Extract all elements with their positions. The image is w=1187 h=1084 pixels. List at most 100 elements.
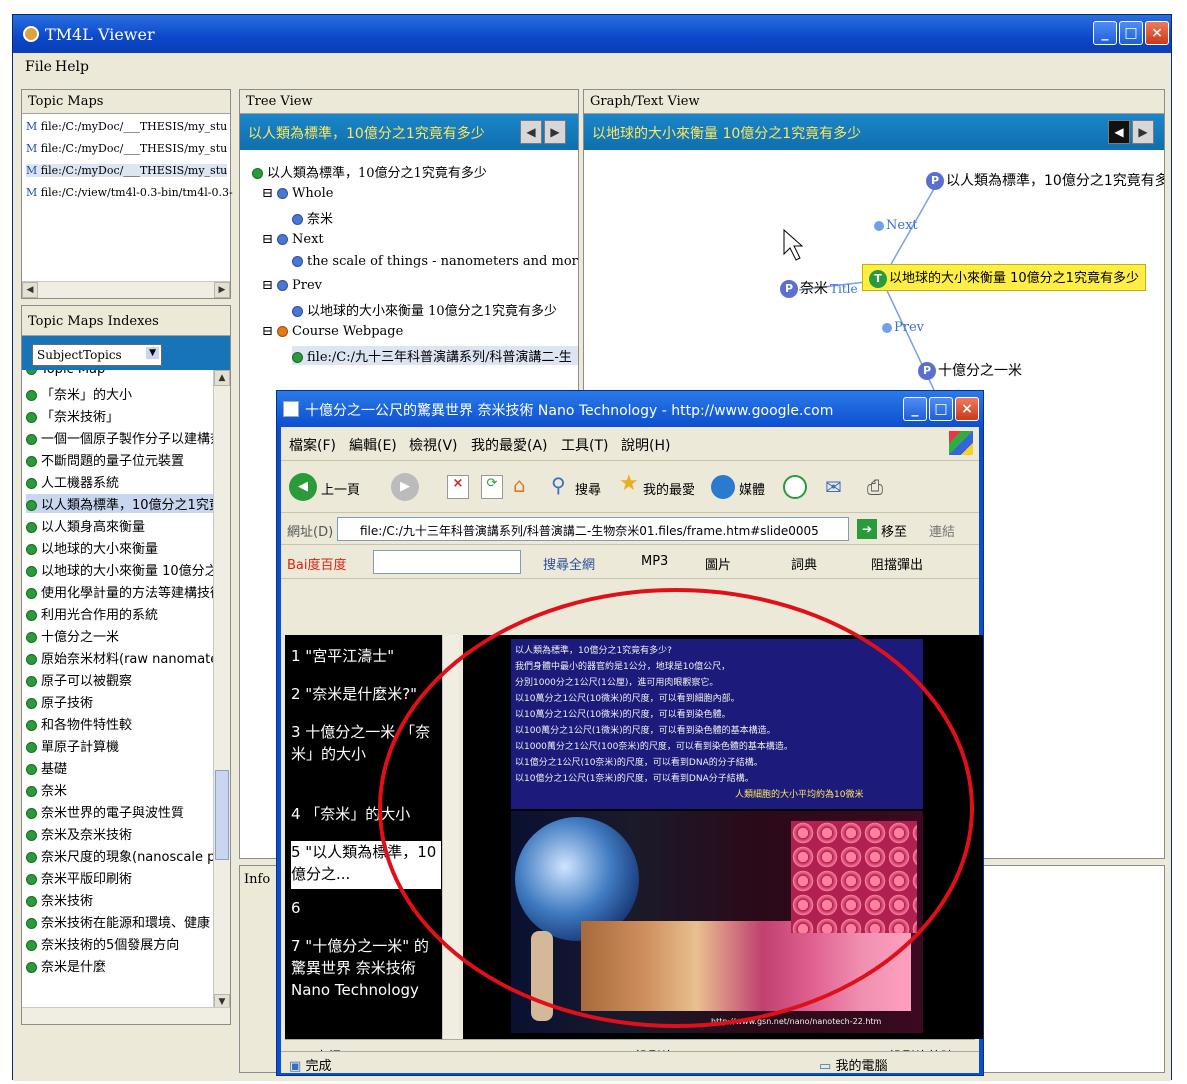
index-item[interactable]: 奈米尺度的現象(nanoscale phe [26, 846, 215, 865]
browser-menu-view[interactable]: 檢視(V) [409, 435, 458, 455]
browser-menu-file[interactable]: 檔案(F) [289, 435, 336, 455]
baidu-search-input[interactable] [373, 550, 521, 574]
go-arrow-icon[interactable]: ➔ [857, 519, 877, 539]
index-item[interactable]: 基礎 [26, 758, 215, 777]
index-item[interactable]: 單原子計算機 [26, 736, 215, 755]
slide-item-7[interactable]: 7 "十億分之一米" 的 驚異世界 奈米技術 Nano Technology [291, 935, 441, 1031]
tree-course-child[interactable]: file:/C:/九十三年科普演講系列/科普演講二-生 [292, 346, 578, 365]
index-hscroll[interactable] [22, 1007, 230, 1024]
scroll-right-icon[interactable]: ▶ [214, 282, 230, 298]
popup-block-button[interactable]: 阻擋彈出 [871, 554, 971, 573]
search-icon[interactable]: ⚲ [551, 473, 566, 497]
subject-topics-select[interactable]: SubjectTopics ▼ [32, 344, 162, 366]
favorites-star-icon[interactable]: ★ [619, 471, 639, 496]
index-item[interactable]: 奈米技術 [26, 890, 215, 909]
menu-help[interactable]: Help [55, 59, 89, 75]
index-item[interactable]: 奈米技術在能源和環境、健康 [26, 912, 215, 931]
index-item[interactable]: 奈米世界的電子與波性質 [26, 802, 215, 821]
forward-arrow-icon[interactable]: ▶ [1132, 120, 1154, 144]
go-button-label[interactable]: 移至 [881, 521, 907, 540]
scroll-left-icon[interactable]: ◀ [22, 282, 38, 298]
slide-item-1[interactable]: 1 "宮平江濤士" [291, 645, 441, 667]
index-item[interactable]: 奈米 [26, 780, 215, 799]
back-arrow-icon[interactable]: ◀ [1108, 120, 1130, 144]
address-input[interactable]: file:/C:/九十三年科普演講系列/科普演講二-生物奈米01.files/f… [337, 517, 849, 541]
back-button-label[interactable]: 上一頁 [321, 479, 360, 498]
forward-icon[interactable]: ▶ [391, 473, 419, 501]
image-button[interactable]: 圖片 [705, 554, 731, 573]
media-icon[interactable] [711, 475, 735, 499]
index-item[interactable]: 原始奈米材料(raw nanomaterial [26, 648, 215, 667]
tree-course-node[interactable]: ⊟ Course Webpage [262, 324, 403, 339]
browser-menu-tools[interactable]: 工具(T) [561, 435, 608, 455]
home-icon[interactable]: ⌂ [513, 473, 539, 499]
tree-prev-node[interactable]: ⊟ Prev [262, 278, 322, 293]
tree-prev-child[interactable]: 以地球的大小來衡量 10億分之1究竟有多少 [292, 300, 557, 319]
graph-node-top[interactable]: P 以人類為標準，10億分之1究竟有多少 [926, 170, 1164, 190]
browser-title-bar[interactable]: 十億分之一公尺的驚異世界 奈米技術 Nano Technology - http… [277, 391, 983, 427]
favorites-button-label[interactable]: 我的最愛 [643, 479, 695, 498]
tree-whole-child[interactable]: 奈米 [292, 208, 333, 227]
search-button-label[interactable]: 搜尋 [575, 479, 601, 498]
close-button[interactable]: × [1145, 21, 1169, 45]
index-item[interactable]: 一個一個原子製作分子以建構奈 [26, 428, 215, 447]
title-bar[interactable]: TM4L Viewer _ □ × [13, 15, 1171, 53]
browser-maximize-button[interactable]: □ [929, 397, 953, 421]
search-all-button[interactable]: 搜尋全網 [543, 554, 595, 573]
index-item[interactable]: 以人類身高來衡量 [26, 516, 215, 535]
index-item[interactable]: 十億分之一米 [26, 626, 215, 645]
tree-next-child[interactable]: the scale of things - nanometers and mor… [292, 254, 578, 269]
minimize-button[interactable]: _ [1093, 21, 1117, 45]
back-arrow-icon[interactable]: ◀ [520, 120, 542, 144]
browser-menu-help[interactable]: 說明(H) [621, 435, 670, 455]
index-item[interactable]: Topic Map [26, 370, 215, 377]
index-item[interactable]: 和各物件特性較 [26, 714, 215, 733]
index-item[interactable]: 奈米是什麼 [26, 956, 215, 975]
index-item[interactable]: 使用化學計量的方法等建構技術 [26, 582, 215, 601]
index-item[interactable]: 原子技術 [26, 692, 215, 711]
index-item[interactable]: 以地球的大小來衡量 10億分之 [26, 560, 215, 579]
graph-center-node[interactable]: T 以地球的大小來衡量 10億分之1究竟有多少 [862, 264, 1146, 291]
browser-minimize-button[interactable]: _ [903, 397, 927, 421]
topic-map-file-2[interactable]: M file:/C:/myDoc/___THESIS/my_stu [26, 142, 227, 155]
back-icon[interactable]: ◀ [289, 473, 317, 501]
maximize-button[interactable]: □ [1119, 21, 1143, 45]
menu-file[interactable]: File [25, 59, 52, 75]
scroll-up-icon[interactable]: ▲ [214, 370, 230, 386]
index-item[interactable]: 奈米技術的5個發展方向 [26, 934, 215, 953]
browser-menu-edit[interactable]: 編輯(E) [349, 435, 397, 455]
topic-maps-hscroll[interactable]: ◀ ▶ [22, 281, 230, 298]
index-item[interactable]: 原子可以被觀察 [26, 670, 215, 689]
dict-button[interactable]: 詞典 [791, 554, 817, 573]
graph-node-left[interactable]: P 奈米 [780, 278, 828, 298]
browser-menu-favorites[interactable]: 我的最愛(A) [471, 435, 548, 455]
index-vscroll[interactable]: ▲ ▼ [213, 370, 230, 1010]
scroll-thumb[interactable] [215, 770, 229, 860]
history-icon[interactable] [783, 475, 807, 499]
stop-icon[interactable]: × [447, 475, 469, 499]
print-icon[interactable]: ⎙ [867, 475, 883, 499]
links-label[interactable]: 連結 [929, 521, 955, 540]
browser-close-button[interactable]: × [955, 397, 979, 421]
mail-icon[interactable]: ✉ [825, 475, 842, 499]
index-item[interactable]: 「奈米」的大小 [26, 384, 215, 403]
baidu-logo[interactable]: Bai度百度 [287, 554, 347, 573]
index-item[interactable]: 以地球的大小來衡量 [26, 538, 215, 557]
index-item[interactable]: 「奈米技術」 [26, 406, 215, 425]
topic-map-file-4[interactable]: M file:/C:/view/tm4l-0.3-bin/tm4l-0.3- [26, 186, 233, 199]
index-item[interactable]: 不斷問題的量子位元裝置 [26, 450, 215, 469]
tree-next-node[interactable]: ⊟ Next [262, 232, 324, 247]
index-item[interactable]: 奈米平版印刷術 [26, 868, 215, 887]
forward-arrow-icon[interactable]: ▶ [544, 120, 566, 144]
tree-whole-node[interactable]: ⊟ Whole [262, 186, 333, 201]
graph-node-bottom[interactable]: P 十億分之一米 [918, 360, 1022, 380]
topic-map-file-3[interactable]: M file:/C:/myDoc/___THESIS/my_stu [26, 164, 228, 177]
index-item[interactable]: 人工機器系統 [26, 472, 215, 491]
refresh-icon[interactable]: ⟳ [481, 475, 503, 499]
index-item[interactable]: 奈米及奈米技術 [26, 824, 215, 843]
mp3-button[interactable]: MP3 [641, 554, 668, 569]
media-button-label[interactable]: 媒體 [739, 479, 765, 498]
index-item[interactable]: 以人類為標準，10億分之1究竟 [26, 494, 215, 513]
tree-root-node[interactable]: 以人類為標準，10億分之1究竟有多少 [252, 162, 487, 181]
topic-map-file-1[interactable]: M file:/C:/myDoc/___THESIS/my_stu [26, 120, 227, 133]
